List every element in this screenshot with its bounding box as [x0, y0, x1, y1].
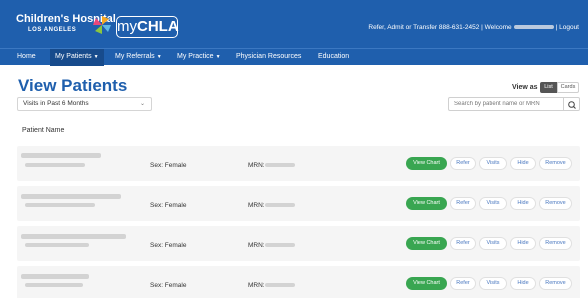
- chevron-down-icon: ▼: [93, 54, 99, 60]
- hide-button[interactable]: Hide: [510, 157, 536, 170]
- refer-phone-text: Refer, Admit or Transfer 888-631-2452 | …: [368, 24, 512, 31]
- patient-sex: Sex: Female: [150, 162, 187, 169]
- patient-mrn: MRN:: [248, 242, 295, 249]
- chevron-down-icon: ▼: [156, 54, 162, 60]
- chevron-down-icon: ⌄: [139, 101, 145, 107]
- redacted-patient-name: [21, 234, 126, 239]
- mychla-logo[interactable]: myCHLA: [116, 16, 179, 38]
- redacted-username: [513, 25, 554, 30]
- visits-button[interactable]: Visits: [479, 237, 507, 250]
- visits-button[interactable]: Visits: [479, 277, 507, 290]
- redacted-patient-detail: [25, 203, 95, 207]
- nav-my-referrals[interactable]: My Referrals ▼: [115, 49, 162, 66]
- top-header: Children's Hospital LOS ANGELES myCHLA R…: [0, 0, 588, 50]
- view-as-label: View as: [512, 84, 538, 91]
- nav-physician-resources[interactable]: Physician Resources: [236, 49, 301, 66]
- hide-button[interactable]: Hide: [510, 277, 536, 290]
- pinwheel-logo-icon: [93, 16, 111, 34]
- patient-sex: Sex: Female: [150, 202, 187, 209]
- main-nav: Home My Patients ▼ My Referrals ▼ My Pract…: [0, 48, 588, 66]
- hide-button[interactable]: Hide: [510, 237, 536, 250]
- patient-mrn: MRN:: [248, 202, 295, 209]
- view-chart-button[interactable]: View Chart: [406, 277, 447, 290]
- logo-subtitle: LOS ANGELES: [28, 27, 77, 33]
- visit-filter-select[interactable]: Visits in Past 6 Months ⌄: [17, 97, 152, 111]
- redacted-mrn: [264, 243, 295, 248]
- visits-button[interactable]: Visits: [479, 197, 507, 210]
- view-chart-button[interactable]: View Chart: [406, 197, 447, 210]
- remove-button[interactable]: Remove: [539, 237, 572, 250]
- redacted-mrn: [264, 203, 295, 208]
- page-title: View Patients: [18, 76, 128, 95]
- view-chart-button[interactable]: View Chart: [406, 157, 447, 170]
- patient-row: Sex: Female MRN: View Chart Refer Visits…: [17, 146, 580, 181]
- patient-mrn: MRN:: [248, 282, 295, 289]
- app-name-prefix: my: [117, 18, 137, 35]
- visits-button[interactable]: Visits: [479, 157, 507, 170]
- redacted-patient-detail: [25, 243, 89, 247]
- patient-sex: Sex: Female: [150, 242, 187, 249]
- app-name-suffix: CHLA: [137, 18, 179, 35]
- hide-button[interactable]: Hide: [510, 197, 536, 210]
- nav-education[interactable]: Education: [318, 49, 349, 66]
- remove-button[interactable]: Remove: [539, 157, 572, 170]
- patient-mrn: MRN:: [248, 162, 295, 169]
- search-icon: [568, 101, 576, 109]
- view-list-toggle[interactable]: List: [540, 82, 557, 93]
- redacted-patient-name: [21, 153, 101, 158]
- patient-row: Sex: Female MRN: View Chart Refer Visits…: [17, 226, 580, 261]
- remove-button[interactable]: Remove: [539, 277, 572, 290]
- nav-my-practice[interactable]: My Practice ▼: [177, 49, 221, 66]
- view-chart-button[interactable]: View Chart: [406, 237, 447, 250]
- logout-link[interactable]: | Logout: [556, 24, 579, 31]
- view-cards-toggle[interactable]: Cards: [557, 82, 579, 93]
- remove-button[interactable]: Remove: [539, 197, 572, 210]
- redacted-patient-detail: [25, 283, 83, 287]
- patient-row: Sex: Female MRN: View Chart Refer Visits…: [17, 186, 580, 221]
- redacted-patient-detail: [25, 163, 85, 167]
- refer-button[interactable]: Refer: [450, 157, 476, 170]
- redacted-mrn: [264, 163, 295, 168]
- refer-button[interactable]: Refer: [450, 237, 476, 250]
- patient-row: Sex: Female MRN: View Chart Refer Visits…: [17, 266, 580, 298]
- chevron-down-icon: ▼: [215, 54, 221, 60]
- nav-my-patients[interactable]: My Patients ▼: [50, 49, 104, 66]
- nav-home[interactable]: Home: [17, 49, 36, 66]
- refer-button[interactable]: Refer: [450, 277, 476, 290]
- patient-search-input[interactable]: [448, 97, 564, 111]
- patient-sex: Sex: Female: [150, 282, 187, 289]
- redacted-mrn: [264, 283, 295, 288]
- header-contact: Refer, Admit or Transfer 888-631-2452 | …: [368, 24, 579, 31]
- redacted-patient-name: [21, 274, 89, 279]
- search-button[interactable]: [564, 97, 580, 111]
- column-header-patient-name: Patient Name: [22, 127, 65, 134]
- filter-selected-value: Visits in Past 6 Months: [23, 100, 89, 107]
- redacted-patient-name: [21, 194, 121, 199]
- refer-button[interactable]: Refer: [450, 197, 476, 210]
